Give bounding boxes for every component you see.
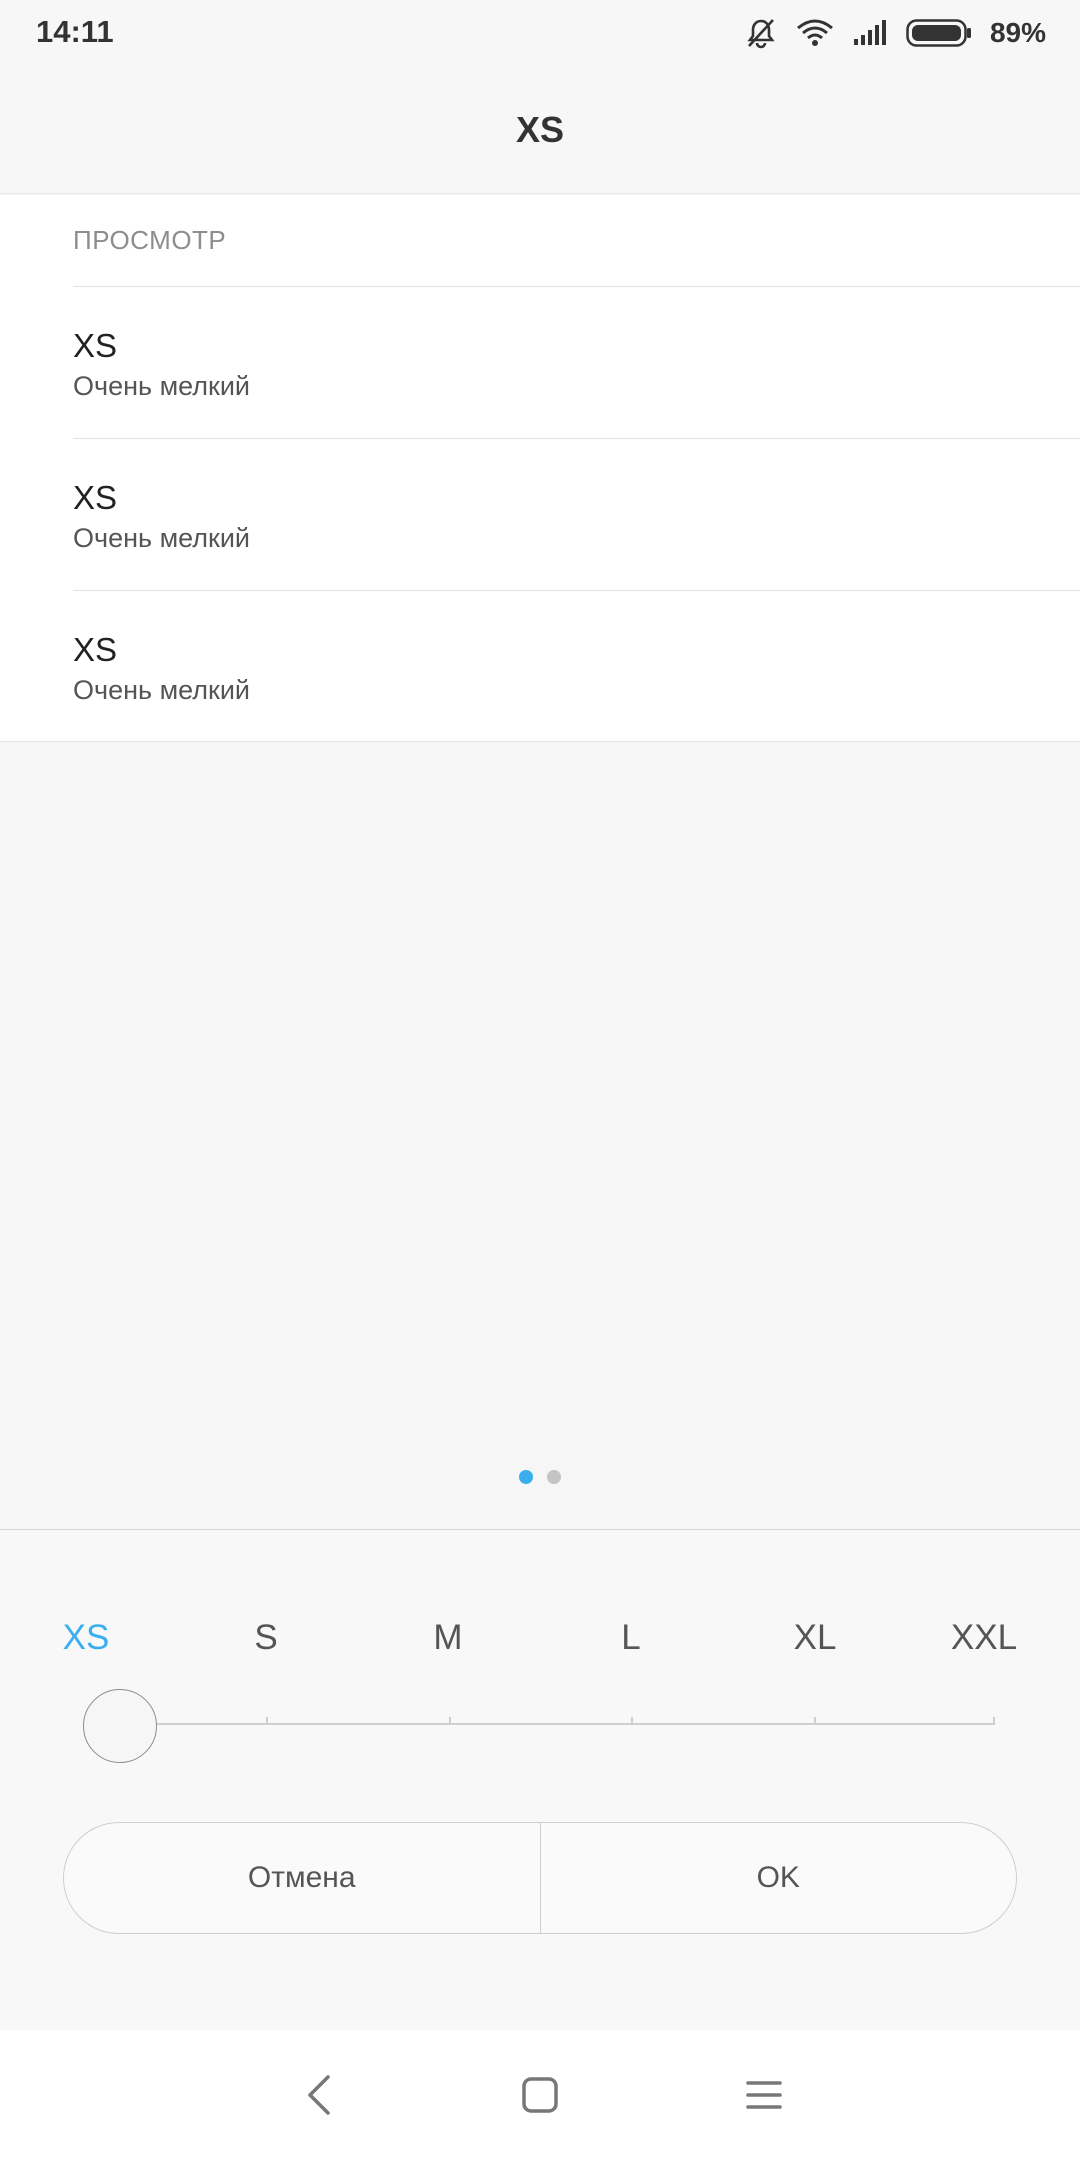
page-title: XS	[515, 108, 565, 150]
size-option-l[interactable]: L	[621, 1618, 640, 1658]
wifi-icon	[797, 19, 833, 46]
size-option-m[interactable]: M	[433, 1618, 462, 1658]
menu-icon	[746, 2081, 782, 2109]
slider-tick	[266, 1717, 268, 1725]
slider-tick	[814, 1717, 816, 1725]
title-bar: XS	[0, 66, 1080, 194]
list-item: XS Очень мелкий	[0, 287, 1080, 439]
size-slider-track[interactable]	[120, 1723, 995, 1725]
size-option-xs[interactable]: XS	[63, 1618, 110, 1658]
status-icons: 89%	[744, 12, 1046, 54]
back-icon	[308, 2075, 330, 2115]
battery-icon	[906, 19, 971, 47]
section-header: ПРОСМОТР	[73, 225, 227, 255]
back-button[interactable]	[288, 2063, 352, 2127]
page-dot-1[interactable]	[519, 1470, 533, 1484]
size-option-s[interactable]: S	[254, 1618, 277, 1658]
size-option-xl[interactable]: XL	[794, 1618, 837, 1658]
notifications-muted-icon	[747, 19, 775, 49]
menu-button[interactable]	[732, 2063, 796, 2127]
ok-button[interactable]: OK	[539, 1823, 1017, 1933]
home-button[interactable]	[508, 2063, 572, 2127]
slider-tick	[631, 1717, 633, 1725]
list-item-title: XS	[73, 479, 118, 516]
preview-panel: ПРОСМОТР XS Очень мелкий XS Очень мелкий…	[0, 195, 1080, 742]
list-item: XS Очень мелкий	[0, 439, 1080, 591]
page-dot-2[interactable]	[547, 1470, 561, 1484]
home-icon	[522, 2077, 558, 2113]
page-indicator	[0, 1470, 1080, 1486]
font-size-sheet: XS S M L XL XXL Отмена OK	[0, 1529, 1080, 2030]
list-item: XS Очень мелкий	[0, 591, 1080, 741]
cancel-button[interactable]: Отмена	[64, 1823, 540, 1933]
list-item-summary: Очень мелкий	[73, 675, 250, 705]
list-item-summary: Очень мелкий	[73, 371, 250, 401]
dialog-buttons: Отмена OK	[63, 1822, 1017, 1934]
navigation-bar	[0, 2030, 1080, 2160]
list-item-title: XS	[73, 327, 118, 364]
list-item-title: XS	[73, 631, 118, 668]
size-option-xxl[interactable]: XXL	[951, 1618, 1017, 1658]
size-slider-thumb[interactable]	[83, 1689, 157, 1763]
slider-tick	[449, 1717, 451, 1725]
list-item-summary: Очень мелкий	[73, 523, 250, 553]
status-bar: 14:11 89%	[0, 0, 1080, 66]
slider-tick	[993, 1717, 995, 1725]
battery-percent: 89%	[989, 17, 1046, 48]
status-time: 14:11	[36, 14, 114, 49]
signal-icon	[853, 20, 886, 45]
